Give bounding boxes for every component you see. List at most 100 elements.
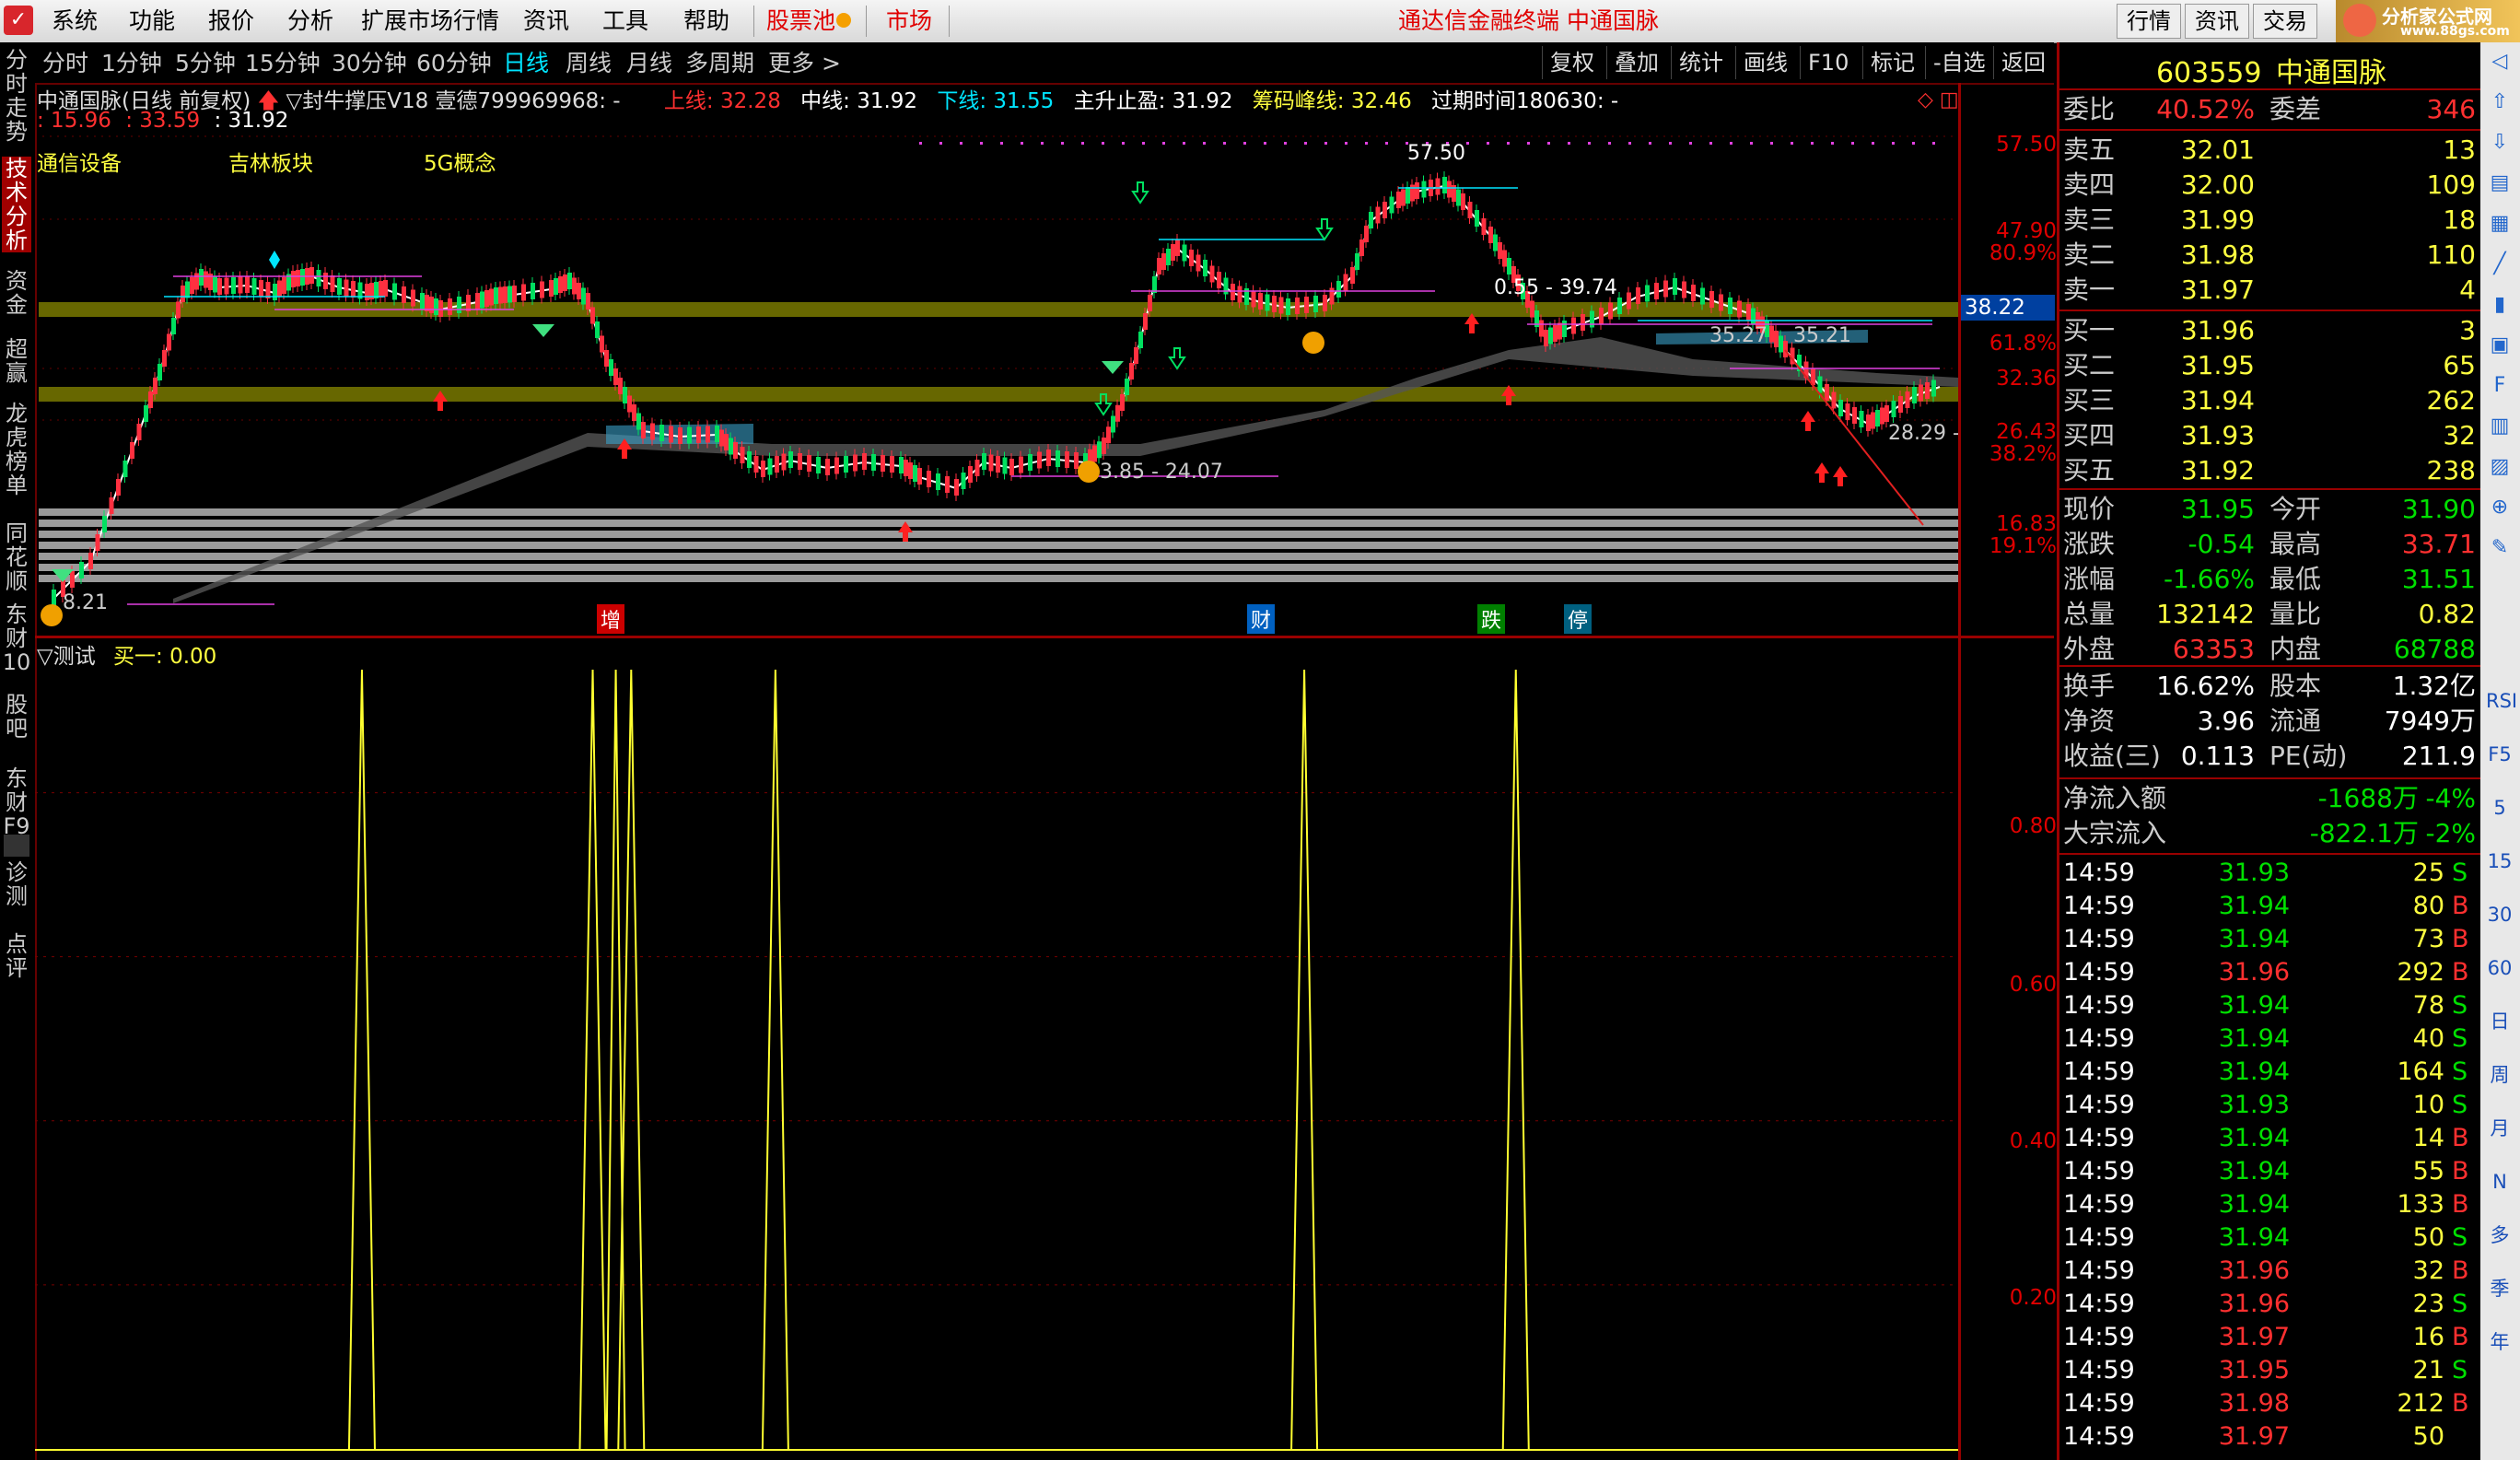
toolbar-button-3[interactable]: 画线: [1735, 46, 1795, 79]
down-icon[interactable]: ⇩: [2486, 129, 2514, 157]
period-2[interactable]: 5分钟: [175, 50, 236, 77]
period-shortcut-12[interactable]: 年: [2486, 1328, 2514, 1356]
menu-item-0[interactable]: 系统: [52, 6, 98, 37]
news-button[interactable]: 资讯: [2185, 4, 2249, 39]
flow-value: -822.1万: [2309, 818, 2419, 848]
toolbar-button-6[interactable]: -自选: [1925, 46, 1993, 79]
dot-marker: [1851, 142, 1854, 145]
event-marker-zeng[interactable]: 增: [597, 604, 625, 634]
period-10[interactable]: 更多 >: [768, 50, 841, 77]
indicator-name[interactable]: ▽封牛撑压V18 壹德799969968: -: [286, 89, 621, 113]
pen-icon[interactable]: ✎: [2486, 534, 2514, 562]
kline-chart[interactable]: 中通国脉(日线 前复权) 🡅 ▽封牛撑压V18 壹德799969968: - 上…: [35, 83, 2054, 636]
menu-item-1[interactable]: 功能: [129, 6, 175, 37]
event-marker-ting[interactable]: 停: [1564, 604, 1592, 634]
period-shortcut-5[interactable]: 60: [2486, 954, 2514, 982]
tick-time: 14:59: [2063, 1256, 2135, 1285]
table-icon[interactable]: ▦: [2486, 210, 2514, 238]
asks-price: 31.98: [2180, 239, 2255, 270]
toolbar-button-7[interactable]: 返回: [1993, 46, 2053, 79]
period-shortcut-8[interactable]: 月: [2486, 1115, 2514, 1142]
toolbar-button-0[interactable]: 复权: [1542, 46, 1602, 79]
tick-time: 14:59: [2063, 892, 2135, 920]
left-tab-3[interactable]: 超赢: [2, 337, 31, 385]
menu-item-2[interactable]: 报价: [208, 6, 254, 37]
indicator-subchart[interactable]: ▽测试 买一: 0.00: [35, 636, 2054, 1460]
chart-option-icon[interactable]: ◇ ◫: [1918, 88, 1959, 111]
period-7[interactable]: 周线: [566, 50, 612, 77]
dot-marker: [1811, 142, 1814, 145]
left-tab-6[interactable]: 东财10: [2, 602, 31, 674]
left-tab-2[interactable]: 资金: [2, 269, 31, 317]
chip-band: [39, 508, 1958, 516]
left-tab-7[interactable]: 股吧: [2, 693, 31, 741]
period-4[interactable]: 30分钟: [332, 50, 407, 77]
period-shortcut-0[interactable]: RSI: [2486, 687, 2517, 715]
menu-item-6[interactable]: 工具: [602, 6, 648, 37]
period-5[interactable]: 60分钟: [416, 50, 492, 77]
subchart-title[interactable]: ▽测试: [37, 645, 96, 669]
left-tab-scroll-icon[interactable]: [4, 835, 29, 857]
period-3[interactable]: 15分钟: [245, 50, 321, 77]
market-menu[interactable]: 市场: [886, 6, 932, 37]
left-tab-8[interactable]: 东财F9: [2, 766, 31, 838]
left-tab-1[interactable]: 技术分析: [2, 157, 31, 252]
period-shortcut-10[interactable]: 多: [2486, 1221, 2514, 1249]
menu-item-7[interactable]: 帮助: [683, 6, 729, 37]
back-icon[interactable]: ◁: [2486, 48, 2514, 76]
period-shortcut-9[interactable]: N: [2486, 1168, 2514, 1196]
f10-icon[interactable]: F: [2486, 372, 2514, 400]
left-tab-9[interactable]: 诊测: [2, 860, 31, 908]
period-shortcut-7[interactable]: 周: [2486, 1061, 2514, 1089]
menu-item-3[interactable]: 分析: [287, 6, 333, 37]
left-tab-5[interactable]: 同花顺: [2, 521, 31, 593]
fundamental-value: 0.113: [2180, 741, 2255, 771]
toolbar-button-5[interactable]: 标记: [1862, 46, 1922, 79]
dot-marker: [1912, 142, 1915, 145]
move-icon[interactable]: ⊕: [2486, 494, 2514, 521]
window-icon[interactable]: ▣: [2486, 332, 2514, 359]
tick-side: B: [2452, 1323, 2469, 1351]
sector-tag-1[interactable]: 通信设备: [37, 146, 122, 177]
event-marker-cai[interactable]: 财: [1247, 604, 1276, 634]
gem-marker-icon: [532, 324, 554, 337]
left-tab-0[interactable]: 分时走势: [2, 48, 31, 144]
trade-tick-row: 14:59 31.96 32 B: [2059, 1255, 2483, 1288]
fundamental-row: 收益(三) 0.113 PE(动) 211.9: [2059, 739, 2483, 774]
period-shortcut-11[interactable]: 季: [2486, 1275, 2514, 1302]
line-chart-icon[interactable]: ╱: [2486, 251, 2514, 278]
menu-item-5[interactable]: 资讯: [523, 6, 569, 37]
period-0[interactable]: 分时: [42, 50, 88, 77]
sector-tag-3[interactable]: 5G概念: [424, 146, 496, 177]
brand-flower-icon: [2343, 4, 2376, 37]
bar-chart-icon[interactable]: ▮: [2486, 291, 2514, 319]
grid-icon[interactable]: ▥: [2486, 413, 2514, 440]
period-shortcut-3[interactable]: 15: [2486, 847, 2514, 875]
up-icon[interactable]: ⇧: [2486, 88, 2514, 116]
period-shortcut-6[interactable]: 日: [2486, 1008, 2514, 1035]
trade-tick-row: 14:59 31.94 55 B: [2059, 1155, 2483, 1188]
sub-y-tick: 0.40: [2009, 1129, 2057, 1153]
period-1[interactable]: 1分钟: [101, 50, 162, 77]
stock-pool-menu[interactable]: 股票池: [766, 6, 835, 37]
sector-tag-2[interactable]: 吉林板块: [228, 146, 313, 177]
menu-item-4[interactable]: 扩展市场行情: [361, 6, 499, 37]
period-shortcut-2[interactable]: 5: [2486, 794, 2514, 822]
period-6[interactable]: 日线: [503, 50, 549, 77]
panel-icon[interactable]: ▨: [2486, 453, 2514, 481]
quote-button[interactable]: 行情: [2117, 4, 2181, 39]
event-marker-die[interactable]: 跌: [1477, 604, 1506, 634]
left-tab-4[interactable]: 龙虎榜单: [2, 402, 31, 497]
tick-price: 31.94: [2218, 1223, 2290, 1252]
trade-button[interactable]: 交易: [2253, 4, 2317, 39]
period-shortcut-1[interactable]: F5: [2486, 741, 2514, 768]
period-shortcut-4[interactable]: 30: [2486, 901, 2514, 929]
period-9[interactable]: 多周期: [685, 50, 754, 77]
period-8[interactable]: 月线: [626, 50, 672, 77]
news-icon[interactable]: ▤: [2486, 169, 2514, 197]
left-tab-10[interactable]: 点评: [2, 932, 31, 980]
toolbar-button-4[interactable]: F10: [1800, 46, 1856, 79]
toolbar-button-2[interactable]: 统计: [1671, 46, 1731, 79]
tick-side: S: [2452, 1057, 2468, 1086]
toolbar-button-1[interactable]: 叠加: [1606, 46, 1666, 79]
